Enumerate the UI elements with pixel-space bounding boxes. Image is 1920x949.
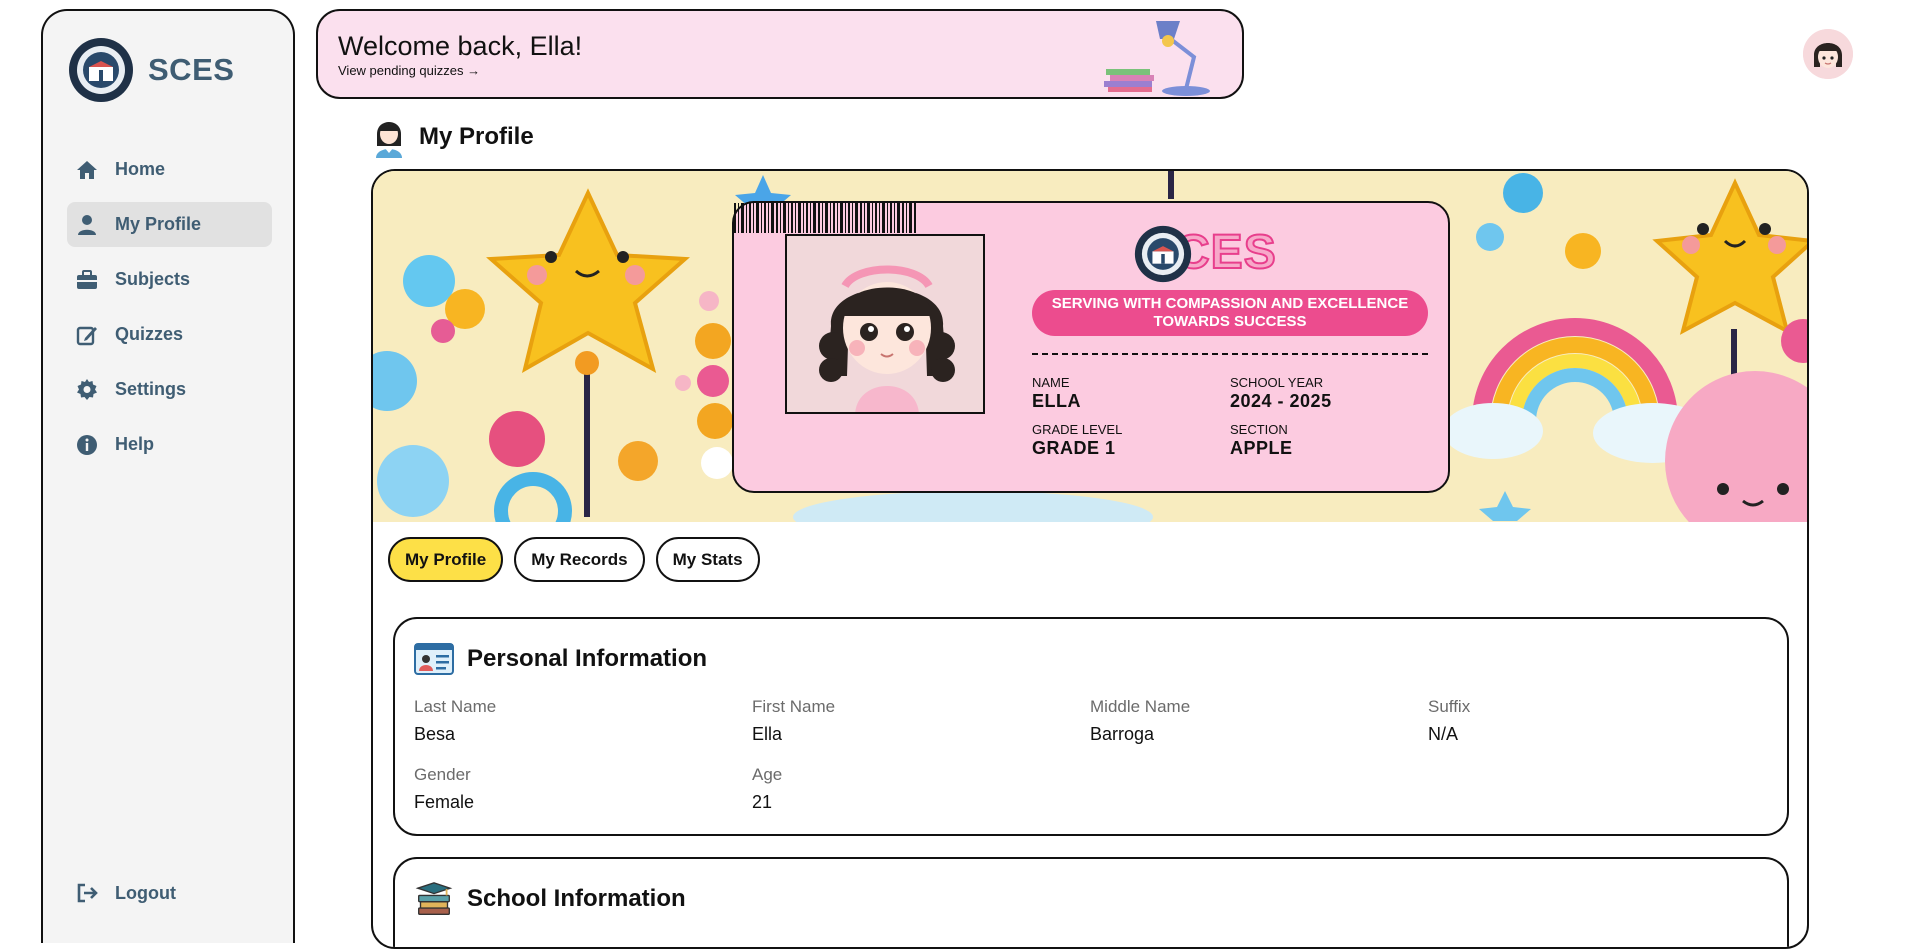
field-value: Ella xyxy=(752,724,783,744)
welcome-title: Welcome back, Ella! xyxy=(338,31,583,61)
field-label: First Name xyxy=(752,697,836,716)
id-school-year-field: SCHOOL YEAR 2024 - 2025 xyxy=(1230,375,1332,412)
school-information-section: School Information xyxy=(393,857,1789,947)
desk-lamp-books-illustration xyxy=(1104,21,1210,96)
field-value: Besa xyxy=(414,724,456,744)
field-label: Last Name xyxy=(414,697,497,716)
section-header: Personal Information xyxy=(414,641,707,677)
sidebar-item-label: Settings xyxy=(115,379,187,399)
home-icon xyxy=(77,160,97,179)
dashed-divider xyxy=(1032,353,1428,355)
avatar-girl-illustration xyxy=(1803,29,1853,79)
sidebar-item-subjects[interactable]: Subjects xyxy=(67,257,272,302)
sidebar-item-quizzes[interactable]: Quizzes xyxy=(67,312,272,357)
field-label: Suffix xyxy=(1428,697,1471,716)
sidebar-item-label: Subjects xyxy=(115,269,191,289)
gender-field: Gender Female xyxy=(414,765,474,813)
suffix-field: Suffix N/A xyxy=(1428,697,1470,745)
logout-icon xyxy=(77,883,98,903)
brand-name: SCES xyxy=(148,52,235,87)
sidebar-item-home[interactable]: Home xyxy=(67,147,272,192)
profile-tabs: My Profile My Records My Stats xyxy=(388,537,760,582)
middle-name-field: Middle Name Barroga xyxy=(1090,697,1190,745)
field-value: 21 xyxy=(752,792,773,812)
student-icon xyxy=(376,122,402,158)
last-name-field: Last Name Besa xyxy=(414,697,496,745)
first-name-field: First Name Ella xyxy=(752,697,835,745)
id-grade-value: GRADE 1 xyxy=(1032,438,1116,458)
id-name-label: NAME xyxy=(1032,375,1070,390)
sidebar-item-label: Home xyxy=(115,159,166,179)
field-value: Barroga xyxy=(1090,724,1155,744)
sidebar-item-label: My Profile xyxy=(115,214,202,234)
id-grade-field: GRADE LEVEL GRADE 1 xyxy=(1032,422,1122,459)
id-name-field: NAME ELLA xyxy=(1032,375,1081,412)
id-section-field: SECTION APPLE xyxy=(1230,422,1293,459)
school-motto: SERVING WITH COMPASSION AND EXCELLENCE T… xyxy=(1032,290,1428,336)
section-title: School Information xyxy=(467,885,686,912)
personal-information-section: Personal Information Last Name Besa Firs… xyxy=(393,617,1789,836)
id-grade-label: GRADE LEVEL xyxy=(1032,422,1123,437)
welcome-banner: Welcome back, Ella! View pending quizzes… xyxy=(316,9,1244,99)
school-seal-logo xyxy=(69,38,133,102)
briefcase-icon xyxy=(77,269,97,289)
pending-quizzes-link[interactable]: View pending quizzes → xyxy=(338,63,480,78)
info-icon xyxy=(77,434,97,455)
sidebar-item-my-profile[interactable]: My Profile xyxy=(67,202,272,247)
section-title: Personal Information xyxy=(467,645,708,672)
sidebar-item-label: Help xyxy=(115,434,155,454)
user-avatar[interactable] xyxy=(1803,29,1853,79)
id-name-value: ELLA xyxy=(1032,391,1081,411)
field-label: Gender xyxy=(414,765,471,784)
brand[interactable]: SCES xyxy=(68,37,234,103)
graduation-books-icon xyxy=(415,882,453,915)
sidebar-item-help[interactable]: Help xyxy=(67,422,272,467)
field-value: N/A xyxy=(1428,724,1459,744)
sidebar-item-settings[interactable]: Settings xyxy=(67,367,272,412)
page-header: My Profile xyxy=(373,116,534,158)
field-label: Middle Name xyxy=(1090,697,1191,716)
tab-my-stats[interactable]: My Stats xyxy=(655,537,760,582)
field-value: Female xyxy=(414,792,475,812)
id-school-year-label: SCHOOL YEAR xyxy=(1230,375,1324,390)
logout-label: Logout xyxy=(115,882,176,903)
student-portrait-illustration xyxy=(787,236,983,412)
page-title: My Profile xyxy=(419,123,534,150)
gear-icon xyxy=(77,378,97,400)
section-header: School Information xyxy=(414,881,686,917)
id-section-value: APPLE xyxy=(1230,438,1293,458)
age-field: Age 21 xyxy=(752,765,782,813)
field-label: Age xyxy=(752,765,783,784)
hero-banner: SCES SERVING WITH COMPASSION AND EXCELLE… xyxy=(373,171,1807,522)
tab-my-records[interactable]: My Records xyxy=(514,537,645,582)
student-id-card: SCES SERVING WITH COMPASSION AND EXCELLE… xyxy=(732,201,1450,493)
profile-card: SCES SERVING WITH COMPASSION AND EXCELLE… xyxy=(371,169,1809,949)
id-section-label: SECTION xyxy=(1230,422,1288,437)
edit-icon xyxy=(76,326,97,345)
logout-button[interactable]: Logout xyxy=(75,881,176,905)
sidebar-nav: Home My Profile Subjects Quizzes Setting… xyxy=(67,147,272,477)
id-school-year-value: 2024 - 2025 xyxy=(1230,391,1332,411)
id-card-brand: SCES xyxy=(1134,225,1277,283)
tab-my-profile[interactable]: My Profile xyxy=(388,537,504,582)
id-card-icon xyxy=(414,643,454,675)
user-icon xyxy=(78,214,96,235)
sidebar-item-label: Quizzes xyxy=(115,324,184,344)
school-seal-logo xyxy=(1134,225,1192,283)
student-photo xyxy=(785,234,985,414)
sidebar: SCES Home My Profile Subjects Quizzes Se… xyxy=(41,9,295,943)
barcode xyxy=(734,203,916,233)
